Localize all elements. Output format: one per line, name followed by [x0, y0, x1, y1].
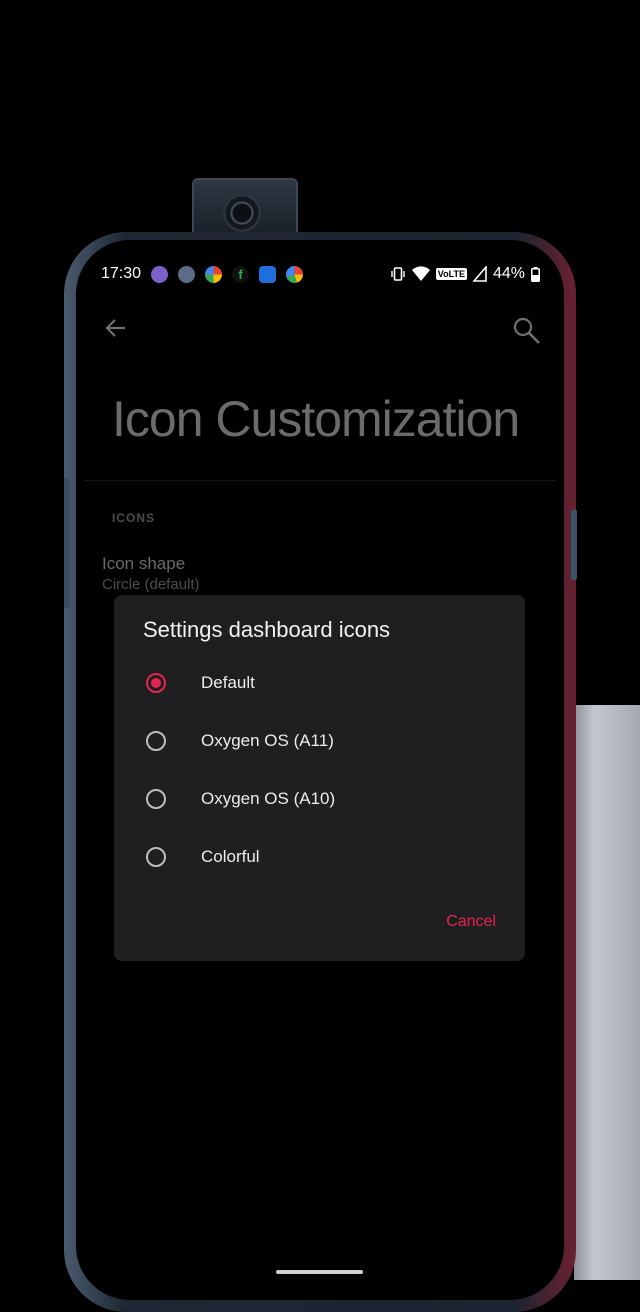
- gesture-home-bar[interactable]: [276, 1270, 363, 1274]
- signal-icon: [178, 265, 196, 283]
- pref-icon-shape[interactable]: Icon shape Circle (default): [102, 554, 200, 593]
- camera-lens-icon: [223, 194, 261, 232]
- cell-signal-icon: [472, 266, 487, 282]
- feedly-icon: f: [232, 265, 250, 283]
- page-title: Icon Customization: [112, 391, 520, 447]
- radio-unselected-icon[interactable]: [146, 731, 166, 751]
- vibrate-icon: [391, 267, 405, 281]
- option-oxygen-a10[interactable]: Oxygen OS (A10): [146, 779, 496, 819]
- section-header: ICONS: [112, 511, 156, 525]
- dialog-title: Settings dashboard icons: [143, 617, 391, 642]
- settings-dashboard-icons-dialog: Settings dashboard icons Default Oxygen …: [114, 595, 525, 961]
- option-label: Default: [201, 673, 255, 692]
- pref-subtitle: Circle (default): [102, 576, 200, 593]
- back-arrow-icon[interactable]: [104, 316, 128, 347]
- option-label: Oxygen OS (A11): [201, 731, 334, 750]
- status-time: 17:30: [101, 265, 142, 282]
- radio-unselected-icon[interactable]: [146, 847, 166, 867]
- option-label: Colorful: [201, 847, 260, 866]
- pinwheel-icon: [205, 265, 223, 283]
- battery-icon: [531, 266, 540, 282]
- option-colorful[interactable]: Colorful: [146, 837, 496, 877]
- background-strip: [574, 705, 640, 1280]
- option-default[interactable]: Default: [146, 663, 496, 703]
- wifi-icon: [411, 266, 430, 281]
- battery-percent: 44%: [492, 265, 525, 282]
- gallery-icon: [259, 265, 277, 283]
- pref-title: Icon shape: [102, 554, 186, 573]
- radio-unselected-icon[interactable]: [146, 789, 166, 809]
- radio-selected-icon[interactable]: [146, 673, 166, 693]
- volume-button: [64, 478, 69, 608]
- google-icon: [286, 265, 304, 283]
- option-label: Oxygen OS (A10): [201, 789, 336, 808]
- power-button: [571, 510, 577, 580]
- status-right: VoLTE 44%: [390, 265, 540, 283]
- search-icon[interactable]: [512, 316, 542, 351]
- option-oxygen-a11[interactable]: Oxygen OS (A11): [146, 721, 496, 761]
- status-bar: 17:30 f VoLTE 44%: [101, 262, 540, 286]
- viber-icon: [151, 265, 169, 283]
- divider: [84, 480, 556, 481]
- volte-badge: VoLTE: [435, 268, 467, 280]
- cancel-button[interactable]: Cancel: [446, 913, 496, 931]
